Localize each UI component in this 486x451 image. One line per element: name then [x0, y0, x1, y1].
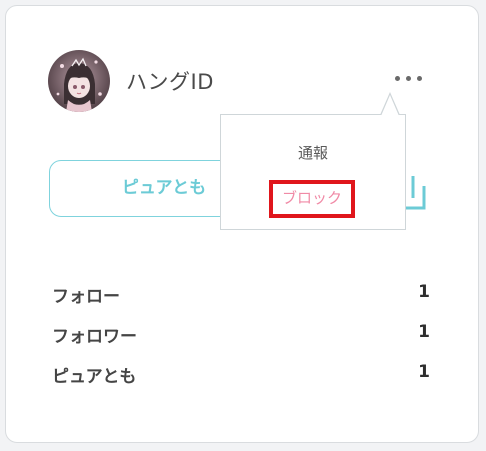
stat-value: 1 [418, 282, 430, 302]
menu-pointer-fill [381, 95, 399, 116]
stat-row-followers[interactable]: フォロワー 1 [52, 320, 430, 360]
stats-list: フォロー 1 フォロワー 1 ピュアとも 1 [52, 280, 430, 400]
stat-label: フォロワー [52, 327, 137, 347]
avatar[interactable] [48, 50, 110, 112]
stat-row-follow[interactable]: フォロー 1 [52, 280, 430, 320]
more-options-button[interactable] [390, 66, 426, 92]
menu-item-block[interactable]: ブロック [269, 180, 355, 218]
stat-value: 1 [418, 362, 430, 382]
stat-row-pure-friends[interactable]: ピュアとも 1 [52, 360, 430, 400]
stat-label: フォロー [52, 287, 120, 307]
more-dot [406, 76, 411, 81]
options-menu: 通報 ブロック [220, 114, 406, 230]
more-dot [417, 76, 422, 81]
menu-item-report[interactable]: 通報 [221, 142, 405, 163]
stat-label: ピュアとも [52, 367, 137, 387]
username: ハングID [126, 70, 214, 94]
stat-value: 1 [418, 322, 430, 342]
more-dots-icon [395, 76, 400, 81]
avatar-anime-girl-icon [48, 50, 110, 112]
